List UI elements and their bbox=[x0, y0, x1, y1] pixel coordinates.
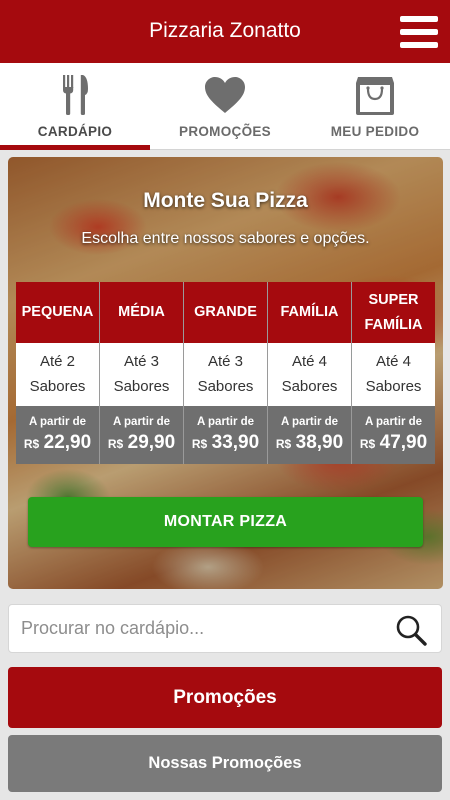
size-price: A partir de R$ 33,90 bbox=[184, 406, 267, 464]
size-name: FAMÍLIA bbox=[268, 282, 351, 343]
size-name: MÉDIA bbox=[100, 282, 183, 343]
size-price: A partir de R$ 47,90 bbox=[352, 406, 435, 464]
tab-promocoes[interactable]: PROMOÇÕES bbox=[150, 63, 300, 150]
tab-meu-pedido[interactable]: MEU PEDIDO bbox=[300, 63, 450, 150]
tab-cardapio-label: CARDÁPIO bbox=[37, 124, 113, 139]
montar-pizza-button[interactable]: MONTAR PIZZA bbox=[28, 497, 423, 547]
size-table: PEQUENA Até 2 Sabores A partir de R$ 22,9… bbox=[16, 282, 435, 464]
search-input[interactable] bbox=[21, 605, 391, 652]
size-option-pequena[interactable]: PEQUENA Até 2 Sabores A partir de R$ 22,9… bbox=[16, 282, 99, 464]
menu-icon[interactable] bbox=[400, 16, 438, 48]
size-price: A partir de R$ 29,90 bbox=[100, 406, 183, 464]
heart-icon bbox=[205, 77, 245, 113]
nossas-promocoes-button[interactable]: Nossas Promoções bbox=[8, 735, 442, 792]
fork-knife-icon bbox=[63, 75, 88, 115]
size-flavors: Até 4 Sabores bbox=[268, 343, 351, 406]
column-divider bbox=[351, 282, 352, 464]
size-option-super-familia[interactable]: SUPER FAMÍLIA Até 4 Sabores A partir de R… bbox=[352, 282, 435, 464]
column-divider bbox=[99, 282, 100, 464]
size-price: A partir de R$ 38,90 bbox=[268, 406, 351, 464]
size-option-media[interactable]: MÉDIA Até 3 Sabores A partir de R$ 29,90 bbox=[100, 282, 183, 464]
size-price: A partir de R$ 22,90 bbox=[16, 406, 99, 464]
app-title: Pizzaria Zonatto bbox=[149, 19, 301, 42]
size-flavors: Até 4 Sabores bbox=[352, 343, 435, 406]
app-bar: Pizzaria Zonatto bbox=[0, 0, 450, 63]
hero-subtitle: Escolha entre nossos sabores e opções. bbox=[81, 230, 370, 247]
size-flavors: Até 3 Sabores bbox=[100, 343, 183, 406]
tab-cardapio[interactable]: CARDÁPIO bbox=[0, 63, 150, 150]
size-name: GRANDE bbox=[184, 282, 267, 343]
size-name: SUPER FAMÍLIA bbox=[352, 282, 435, 343]
column-divider bbox=[183, 282, 184, 464]
search-icon[interactable] bbox=[395, 614, 427, 646]
active-tab-indicator bbox=[0, 145, 150, 150]
size-flavors: Até 2 Sabores bbox=[16, 343, 99, 406]
search-bar bbox=[8, 604, 442, 653]
tab-bar: CARDÁPIO PROMOÇÕES MEU PEDIDO bbox=[0, 63, 450, 150]
hero-title: Monte Sua Pizza bbox=[143, 189, 308, 212]
size-flavors: Até 3 Sabores bbox=[184, 343, 267, 406]
promocoes-button[interactable]: Promoções bbox=[8, 667, 442, 728]
shopping-bag-icon bbox=[356, 77, 394, 115]
tab-meu-pedido-label: MEU PEDIDO bbox=[330, 124, 420, 139]
column-divider bbox=[267, 282, 268, 464]
tab-promocoes-label: PROMOÇÕES bbox=[179, 124, 271, 139]
size-option-familia[interactable]: FAMÍLIA Até 4 Sabores A partir de R$ 38,9… bbox=[268, 282, 351, 464]
size-name: PEQUENA bbox=[16, 282, 99, 343]
monte-sua-pizza-card: Monte Sua Pizza Escolha entre nossos sab… bbox=[8, 157, 443, 589]
size-option-grande[interactable]: GRANDE Até 3 Sabores A partir de R$ 33,90 bbox=[184, 282, 267, 464]
